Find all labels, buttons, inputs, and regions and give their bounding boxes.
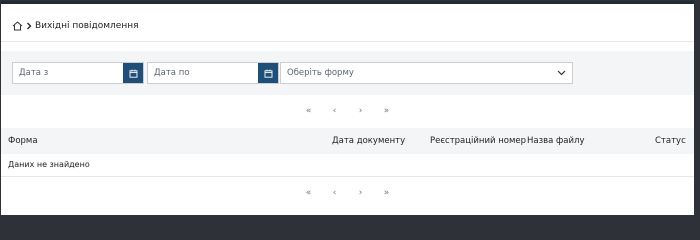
home-icon[interactable] xyxy=(12,21,23,31)
first-page-button[interactable]: « xyxy=(296,186,322,200)
last-page-button[interactable]: » xyxy=(374,104,400,118)
date-to-field[interactable]: Дата по xyxy=(147,62,279,84)
table-header: Форма Дата документу Реєстраційний номер… xyxy=(1,128,694,154)
empty-state-text: Даних не знайдено xyxy=(8,160,90,169)
prev-page-button[interactable]: ‹ xyxy=(322,186,348,200)
bottom-border xyxy=(0,215,700,218)
chevron-right-icon xyxy=(26,22,32,30)
app-frame: Вихідні повідомлення Дата з Дата по Обер… xyxy=(1,1,694,215)
column-header-registration-number[interactable]: Реєстраційний номер xyxy=(430,136,526,146)
last-page-button[interactable]: » xyxy=(374,186,400,200)
date-from-field[interactable]: Дата з xyxy=(12,62,144,84)
form-select-placeholder: Оберіть форму xyxy=(287,68,354,78)
pagination-bottom: « ‹ › » xyxy=(1,186,694,200)
column-header-document-date[interactable]: Дата документу xyxy=(332,136,405,146)
calendar-icon[interactable] xyxy=(258,63,278,83)
prev-page-button[interactable]: ‹ xyxy=(322,104,348,118)
column-header-status[interactable]: Статус xyxy=(655,136,686,146)
column-header-file-name[interactable]: Назва файлу xyxy=(527,136,585,146)
breadcrumb: Вихідні повідомлення xyxy=(12,21,139,31)
next-page-button[interactable]: › xyxy=(348,104,374,118)
chevron-down-icon[interactable] xyxy=(550,70,572,76)
date-from-placeholder: Дата з xyxy=(19,68,49,78)
form-select[interactable]: Оберіть форму xyxy=(280,62,573,84)
next-page-button[interactable]: › xyxy=(348,186,374,200)
divider xyxy=(1,41,694,42)
page-title: Вихідні повідомлення xyxy=(35,21,139,31)
top-border xyxy=(1,1,694,4)
date-to-placeholder: Дата по xyxy=(154,68,190,78)
table-bottom-divider xyxy=(1,176,694,177)
pagination-top: « ‹ › » xyxy=(1,104,694,118)
column-header-form[interactable]: Форма xyxy=(8,136,38,146)
first-page-button[interactable]: « xyxy=(296,104,322,118)
calendar-icon[interactable] xyxy=(123,63,143,83)
